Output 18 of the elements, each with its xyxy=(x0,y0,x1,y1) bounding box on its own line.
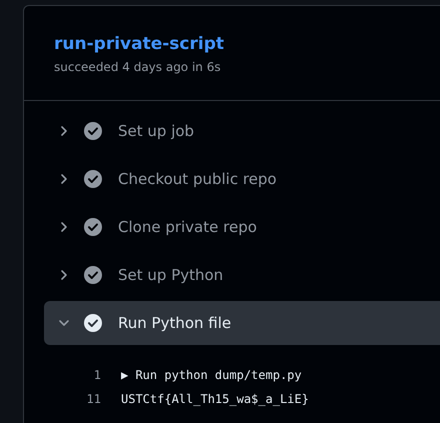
step-row[interactable]: Checkout public repo xyxy=(44,157,440,201)
step-row[interactable]: Clone private repo xyxy=(44,205,440,249)
check-circle-icon xyxy=(84,122,102,140)
job-title[interactable]: run-private-script xyxy=(54,34,224,54)
chevron-icon xyxy=(58,125,70,137)
job-status: succeeded 4 days ago in 6s xyxy=(54,60,222,74)
line-number: 1 xyxy=(92,368,101,382)
line-number: 11 xyxy=(86,392,101,406)
check-circle-icon xyxy=(84,266,102,284)
check-circle-icon xyxy=(84,218,102,236)
log-text: ▶ Run python dump/temp.py xyxy=(121,368,302,382)
step-row[interactable]: Set up Python xyxy=(44,253,440,297)
step-row[interactable]: Set up job xyxy=(44,109,440,153)
check-circle-icon xyxy=(84,170,102,188)
check-circle-icon xyxy=(84,314,102,332)
step-row[interactable]: Run Python file xyxy=(44,301,440,345)
log-text: USTCtf{All_Th15_wa$_a_LiE} xyxy=(121,392,309,406)
chevron-icon xyxy=(58,317,70,329)
